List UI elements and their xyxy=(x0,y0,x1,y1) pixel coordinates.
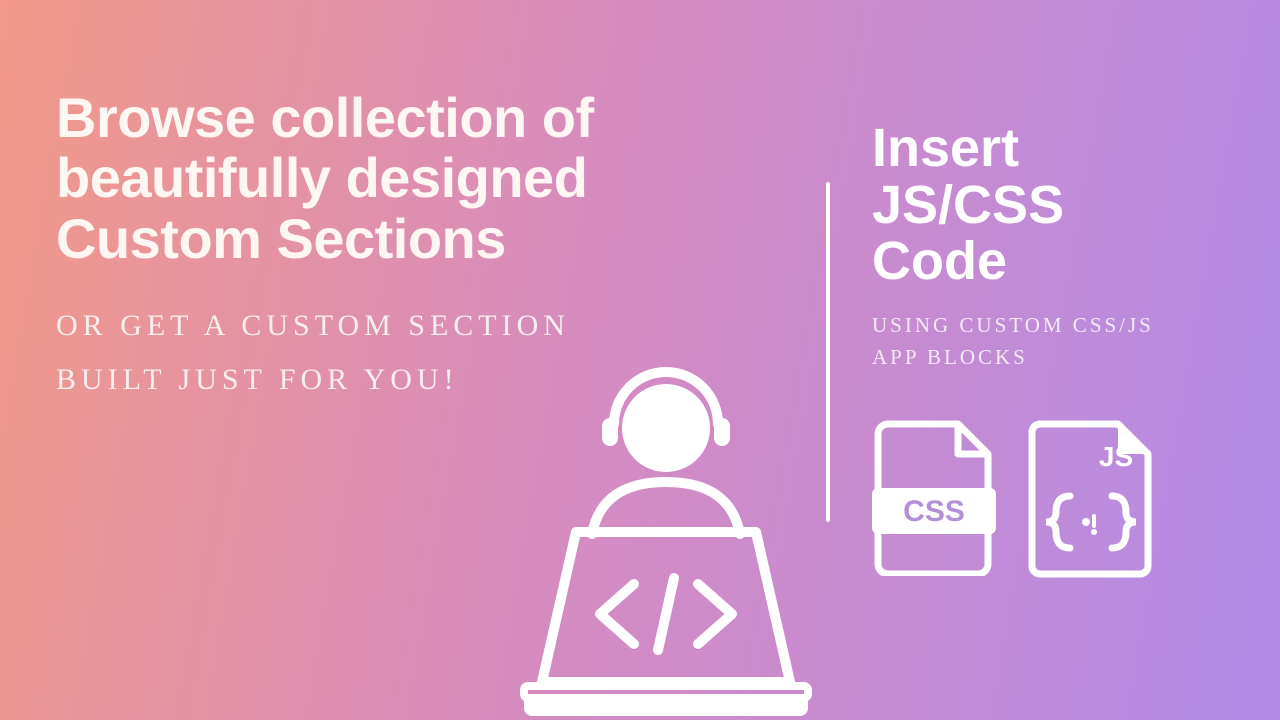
js-file-icon: JS xyxy=(1026,418,1156,578)
vertical-divider xyxy=(826,182,830,522)
developer-laptop-icon xyxy=(516,364,816,720)
right-text-block: Insert JS/CSS Code USING CUSTOM CSS/JS A… xyxy=(872,120,1202,373)
js-file-label: JS xyxy=(1099,441,1133,472)
file-icons-row: CSS JS xyxy=(870,418,1156,578)
subheadline: OR GET A CUSTOM SECTION BUILT JUST FOR Y… xyxy=(56,299,576,407)
right-title: Insert JS/CSS Code xyxy=(872,120,1202,290)
right-sub: USING CUSTOM CSS/JS APP BLOCKS xyxy=(872,310,1202,373)
headline: Browse collection of beautifully designe… xyxy=(56,88,616,269)
css-file-label: CSS xyxy=(903,495,965,528)
left-text-block: Browse collection of beautifully designe… xyxy=(56,88,616,407)
css-file-icon: CSS xyxy=(870,418,998,576)
